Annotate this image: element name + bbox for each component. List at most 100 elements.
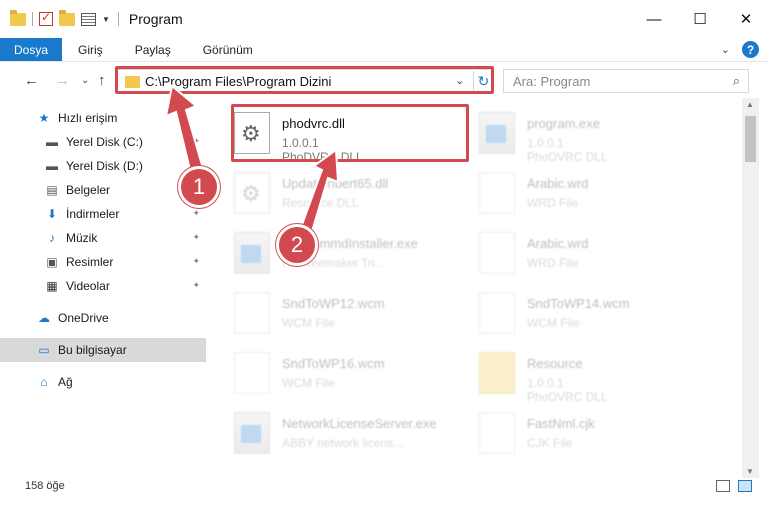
close-button[interactable]: ✕ (723, 0, 769, 38)
tab-file[interactable]: Dosya (0, 38, 63, 61)
file-tile[interactable]: SndToWP12.wcm WCM File (212, 284, 457, 342)
sidebar-item-label: Bu bilgisayar (58, 343, 127, 357)
expand-ribbon-icon[interactable]: ⌄ (721, 43, 730, 56)
window-controls: — ☐ ✕ (631, 0, 769, 38)
recent-locations-button[interactable]: ⌄ (81, 75, 89, 86)
new-folder-icon[interactable] (59, 9, 75, 26)
documents-icon: ▤ (46, 183, 58, 197)
tab-view[interactable]: Görünüm (187, 38, 269, 61)
cloud-icon: ☁ (38, 311, 50, 325)
file-tile[interactable]: Arabic.wrd WRD File (457, 164, 702, 222)
network-icon: ⌂ (40, 375, 48, 389)
folder-icon (10, 9, 26, 26)
sidebar-item[interactable]: ▣ Resimler ✦ (0, 250, 206, 274)
sidebar-item-label: Belgeler (66, 183, 111, 197)
divider (32, 12, 33, 26)
sidebar-item-label: Resimler (66, 255, 114, 269)
details-view-icon[interactable] (716, 480, 730, 492)
step-badge-1: 1 (178, 166, 220, 208)
file-tile[interactable]: programmdInstaller.exe FF Freemaker Tri..… (212, 224, 457, 282)
minimize-button[interactable]: — (631, 0, 677, 38)
pin-icon[interactable]: ✦ (192, 280, 200, 291)
quick-access-toolbar: ▼ (10, 9, 110, 26)
sidebar-item-label: Hızlı erişim (58, 111, 118, 125)
window-title: Program (128, 11, 183, 27)
document-file-icon (234, 292, 270, 334)
search-box[interactable]: Ara: Program ⌕ (503, 69, 749, 93)
tiles-view-icon[interactable] (738, 480, 752, 492)
file-tile[interactable]: UpdateInbert65.dll Resource DLL (212, 164, 457, 222)
sidebar-item[interactable]: ⌂ Ağ (0, 370, 206, 394)
file-tile[interactable]: FastNml.cjk CJK File (457, 404, 702, 462)
file-tile[interactable]: SndToWP14.wcm WCM File (457, 284, 702, 342)
sidebar-item[interactable]: ▭ Bu bilgisayar (0, 338, 206, 362)
file-name: Resource (527, 356, 583, 371)
exe-file-icon (234, 232, 270, 274)
sidebar-item[interactable]: ★ Hızlı erişim (0, 106, 206, 130)
divider (117, 12, 119, 26)
document-file-icon (479, 412, 515, 454)
pin-icon[interactable]: ✦ (192, 136, 200, 147)
sidebar-item[interactable]: ▦ Videolar ✦ (0, 274, 206, 298)
vertical-scrollbar[interactable]: ▲ ▼ (742, 98, 759, 478)
drive-icon: ▬ (46, 135, 58, 149)
file-detail: ABBY network licens... (282, 436, 404, 450)
sidebar-item[interactable]: ▬ Yerel Disk (D:) ✦ (0, 154, 206, 178)
scroll-down-icon[interactable]: ▼ (746, 467, 754, 476)
pin-icon[interactable]: ✦ (192, 256, 200, 267)
search-input[interactable]: Ara: Program (513, 74, 590, 89)
scroll-up-icon[interactable]: ▲ (746, 100, 754, 109)
pin-icon[interactable]: ✦ (192, 208, 200, 219)
file-name: Arabic.wrd (527, 236, 589, 251)
properties-check-icon[interactable] (39, 10, 53, 26)
file-highlight-box (231, 104, 469, 162)
file-detail: CJK File (527, 436, 573, 450)
back-button[interactable]: ← (24, 72, 39, 89)
tab-share[interactable]: Paylaş (119, 38, 187, 61)
scroll-thumb[interactable] (745, 116, 756, 162)
maximize-button[interactable]: ☐ (677, 0, 723, 38)
folder-file-icon (479, 352, 515, 394)
sidebar-item[interactable]: ♪ Müzik ✦ (0, 226, 206, 250)
ribbon-tabs: Dosya Giriş Paylaş Görünüm ⌄ ? (0, 38, 769, 62)
navigation-pane: ★ Hızlı erişim ▬ Yerel Disk (C:) ✦ ▬ Yerel Dis… (0, 98, 208, 478)
exe-file-icon (479, 112, 515, 154)
file-detail: 1.0.0.1 (527, 376, 564, 390)
sidebar-item-label: Videolar (66, 279, 110, 293)
file-tile[interactable]: program.exe 1.0.0.1 PhoDVRC DLL (457, 104, 702, 164)
file-detail: WCM File (282, 376, 335, 390)
document-file-icon (479, 232, 515, 274)
file-description: PhoDVRC DLL (527, 150, 608, 164)
file-description: PhoDVRC DLL (527, 390, 608, 404)
pictures-icon: ▣ (46, 255, 58, 269)
file-name: FastNml.cjk (527, 416, 595, 431)
file-tile[interactable]: Arabic.wrd WRD File (457, 224, 702, 282)
file-tile[interactable]: NetworkLicenseServer.exe ABBY network lic… (212, 404, 457, 462)
sidebar-item-label: Ağ (58, 375, 73, 389)
file-detail: WCM File (282, 316, 335, 330)
file-name: SndToWP14.wcm (527, 296, 630, 311)
sidebar-item[interactable]: ▬ Yerel Disk (C:) ✦ (0, 130, 206, 154)
pin-icon[interactable]: ✦ (192, 232, 200, 243)
document-file-icon (479, 172, 515, 214)
tab-home[interactable]: Giriş (62, 38, 119, 61)
chevron-down-icon[interactable]: ▼ (102, 15, 110, 24)
file-name: NetworkLicenseServer.exe (282, 416, 437, 431)
view-properties-icon[interactable] (81, 12, 96, 26)
computer-icon: ▭ (38, 343, 50, 357)
sidebar-item-label: İndirmeler (66, 207, 120, 221)
download-icon: ⬇ (46, 207, 58, 221)
file-tile[interactable]: Resource 1.0.0.1 PhoDVRC DLL (457, 344, 702, 404)
file-detail: 1.0.0.1 (527, 136, 564, 150)
file-name: UpdateInbert65.dll (282, 176, 389, 191)
sidebar-item[interactable]: ☁ OneDrive (0, 306, 206, 330)
help-icon[interactable]: ? (742, 41, 759, 58)
star-icon: ★ (38, 111, 50, 125)
forward-button[interactable]: → (55, 72, 70, 89)
document-file-icon (234, 352, 270, 394)
up-button[interactable]: ↑ (98, 72, 106, 89)
sidebar-item[interactable]: ⬇ İndirmeler ✦ (0, 202, 206, 226)
sidebar-item[interactable]: ▤Belgeler✦ (0, 178, 206, 202)
file-tile[interactable]: SndToWP16.wcm WCM File (212, 344, 457, 402)
search-icon[interactable]: ⌕ (733, 73, 740, 89)
